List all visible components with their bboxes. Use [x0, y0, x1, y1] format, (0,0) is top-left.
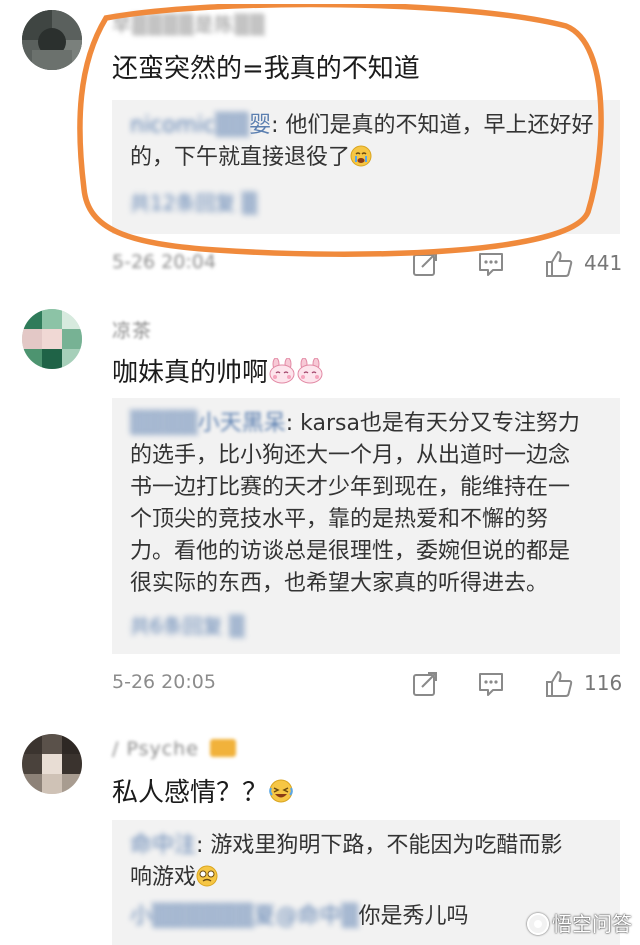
- watermark-text: 悟空问答: [552, 912, 632, 936]
- comment-actions: 5-26 20:05 116: [112, 667, 622, 701]
- reply-text-line: 你是秀儿吗: [358, 904, 469, 929]
- bunny-emoji-icon: [268, 357, 296, 391]
- reply-box[interactable]: ▒▒▒▒小天黑呆: karsa也是有天分又专注努力 的选手，比小狗还大一个月，从…: [112, 398, 620, 654]
- reply-line: 力。看他的访谈总是很理性，委婉但说的都是: [130, 539, 571, 564]
- laughing-crying-emoji-icon: [268, 778, 294, 811]
- reply-username-suffix[interactable]: 小天黑呆: [198, 411, 286, 436]
- comment-username-text: / Psyche: [112, 738, 199, 760]
- comment-actions: 5-26 20:04 441: [112, 247, 622, 281]
- comment-text: 私人感情？？: [112, 772, 294, 811]
- bunny-emoji-icon: [296, 357, 324, 391]
- reply-username[interactable]: 小▒▒▒▒▒▒夏@命中▒: [130, 904, 358, 929]
- reply-line: nicomic▒▒婴: 他们是真的不知道，早上还好好: [130, 110, 602, 142]
- reply-box[interactable]: nicomic▒▒婴: 他们是真的不知道，早上还好好 的，下午就直接退役了 共1…: [112, 100, 620, 234]
- comment-username[interactable]: / Psyche: [112, 738, 236, 760]
- comment-text-content: 私人感情？？: [112, 778, 269, 808]
- avatar-image: [22, 309, 82, 369]
- comment-username[interactable]: 凉茶: [112, 316, 152, 343]
- reply-text-line: 响游戏: [130, 865, 197, 890]
- timestamp: 5-26 20:05: [112, 671, 216, 693]
- view-more-replies-link[interactable]: 共6条回复 ▒: [130, 610, 602, 639]
- share-icon[interactable]: [410, 669, 440, 699]
- reply-colon: :: [285, 411, 301, 436]
- reply-line: 响游戏: [130, 862, 602, 897]
- reply-line: 的选手，比小狗还大一个月，从出道时一边念: [130, 443, 571, 468]
- avatar-image: [22, 10, 82, 70]
- avatar-image: [22, 734, 82, 794]
- avatar[interactable]: [22, 10, 82, 70]
- reply-text-line: karsa也是有天分又专注努力: [300, 411, 580, 436]
- like-icon[interactable]: [544, 669, 574, 699]
- reply-line: 个顶尖的竞技水平，靠的是热爱和不懈的努: [130, 507, 549, 532]
- watermark: 悟空问答: [527, 908, 632, 937]
- comment-text: 咖妹真的帅啊: [112, 352, 324, 391]
- comment-feed: 早▒▒▒▒是陈▒▒ 还蛮突然的=我真的不知道 nicomic▒▒婴: 他们是真的…: [0, 0, 640, 945]
- comment-icon[interactable]: [476, 669, 506, 699]
- reply-text-line: 们是真的不知道，早上还好好: [307, 113, 594, 138]
- like-icon[interactable]: [544, 249, 574, 279]
- comment-icon[interactable]: [476, 249, 506, 279]
- reply-text-line: 的，下午就直接退役了: [130, 145, 351, 170]
- crying-emoji-icon: [350, 145, 372, 177]
- reply-line: 的，下午就直接退役了: [130, 142, 602, 177]
- reply-username[interactable]: 命中注: [130, 833, 196, 858]
- comment-text: 还蛮突然的=我真的不知道: [112, 54, 420, 84]
- wukong-logo-icon: [527, 913, 549, 935]
- reply-username[interactable]: nicomic▒▒: [130, 113, 249, 138]
- like-count: 441: [584, 251, 623, 275]
- timestamp: 5-26 20:04: [112, 251, 216, 273]
- view-more-replies-link[interactable]: 共12条回复 ▒: [130, 187, 602, 216]
- reply-line: 很实际的东西，也希望大家真的听得进去。: [130, 571, 549, 596]
- like-count: 116: [584, 671, 623, 695]
- reply-username-suffix[interactable]: 婴: [249, 113, 271, 138]
- avatar[interactable]: [22, 309, 82, 369]
- comment-text-content: 咖妹真的帅啊: [112, 358, 269, 388]
- avatar[interactable]: [22, 734, 82, 794]
- reply-line: 书一边打比赛的天才少年到现在，能维持在一: [130, 475, 571, 500]
- badge-icon: [209, 739, 236, 757]
- reply-colon: :: [196, 833, 211, 858]
- reply-username[interactable]: ▒▒▒▒: [130, 411, 198, 436]
- reply-line: 命中注: 游戏里狗明下路，不能因为吃醋而影: [130, 830, 602, 862]
- reply-line: ▒▒▒▒小天黑呆: karsa也是有天分又专注努力: [130, 408, 602, 440]
- share-icon[interactable]: [410, 249, 440, 279]
- comment-username[interactable]: 早▒▒▒▒是陈▒▒: [112, 10, 266, 37]
- dizzy-emoji-icon: [196, 865, 218, 897]
- reply-colon: : 他: [271, 113, 308, 138]
- reply-text-line: 游戏里狗明下路，不能因为吃醋而影: [210, 833, 563, 858]
